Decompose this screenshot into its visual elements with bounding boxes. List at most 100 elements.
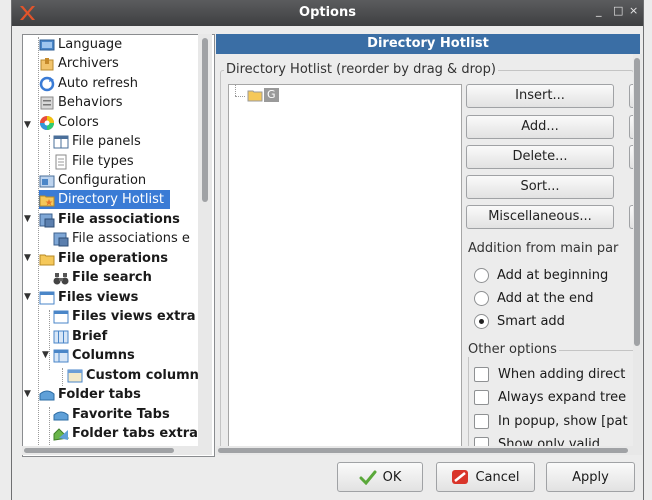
scrollbar-thumb[interactable] xyxy=(218,448,628,453)
tree-vertical-scrollbar[interactable] xyxy=(198,34,212,455)
checkbox-indicator xyxy=(474,367,489,382)
delete-button[interactable]: Delete... xyxy=(466,145,614,169)
tree-item-directory-hotlist[interactable]: Directory Hotlist xyxy=(39,190,170,209)
tree-item-behaviors[interactable]: Behaviors xyxy=(39,93,123,112)
smart-add-radio[interactable]: Smart add xyxy=(474,314,565,329)
folder-icon xyxy=(247,90,263,102)
tree-connector xyxy=(49,310,50,370)
minimize-button[interactable]: _ xyxy=(596,4,602,17)
file-associations-icon xyxy=(39,212,55,228)
tree-item-configuration[interactable]: Configuration xyxy=(39,171,146,190)
color-wheel-icon xyxy=(39,115,55,131)
expand-arrow-icon[interactable]: ▼ xyxy=(24,120,31,130)
scrollbar-thumb[interactable] xyxy=(24,448,174,453)
options-page: Directory Hotlist (reorder by drag & dro… xyxy=(216,54,633,446)
expand-arrow-icon[interactable]: ▼ xyxy=(24,389,31,399)
hotlist-group-label: Directory Hotlist (reorder by drag & dro… xyxy=(224,62,498,77)
custom-columns-icon xyxy=(67,368,83,384)
favorite-tabs-icon xyxy=(53,407,69,423)
insert-button[interactable]: Insert... xyxy=(466,84,614,108)
checkbox-indicator xyxy=(474,390,489,405)
configuration-icon xyxy=(39,173,55,189)
tree-item-files-views-extra[interactable]: Files views extra xyxy=(53,307,196,326)
addition-group-label: Addition from main par xyxy=(466,241,621,256)
tree-connector xyxy=(235,96,245,97)
window-title: Options xyxy=(299,5,356,20)
sort-button[interactable]: Sort... xyxy=(466,175,614,199)
archive-icon xyxy=(39,56,55,72)
tree-connector xyxy=(62,368,63,386)
tree-item-columns[interactable]: Columns xyxy=(53,346,135,365)
checkbox-indicator xyxy=(474,437,489,446)
tree-connector xyxy=(235,85,236,96)
add-at-beginning-radio[interactable]: Add at beginning xyxy=(474,268,608,283)
add-button[interactable]: Add... xyxy=(466,115,614,139)
files-views-icon xyxy=(53,309,69,325)
radio-indicator xyxy=(474,268,489,283)
tree-item-file-panels[interactable]: File panels xyxy=(53,132,141,151)
columns-view-icon xyxy=(53,348,69,364)
titlebar[interactable]: Options _ □ × xyxy=(12,0,643,26)
checkmark-icon xyxy=(359,470,377,485)
maximize-button[interactable]: □ xyxy=(613,4,623,17)
other-options-label: Other options xyxy=(466,342,559,357)
folder-icon xyxy=(39,251,55,267)
cancel-icon xyxy=(452,470,469,484)
options-window: Options _ □ × ▼ ▼ ▼ ▼ ▼ ▼ Language Archi… xyxy=(0,0,652,500)
cancel-button[interactable]: Cancel xyxy=(436,462,535,492)
when-adding-checkbox[interactable]: When adding direct xyxy=(474,367,625,382)
brief-view-icon xyxy=(53,329,69,345)
tree-horizontal-scrollbar[interactable] xyxy=(22,446,198,455)
binoculars-icon xyxy=(53,270,69,286)
page-vertical-scrollbar[interactable] xyxy=(633,54,642,455)
options-tree[interactable]: ▼ ▼ ▼ ▼ ▼ ▼ Language Archivers Auto refr… xyxy=(22,34,215,457)
folder-star-icon xyxy=(39,192,55,208)
file-associations-icon xyxy=(53,231,69,247)
tree-item-file-associations[interactable]: File associations xyxy=(39,210,180,229)
page-horizontal-scrollbar[interactable] xyxy=(216,446,633,455)
folder-tabs-icon xyxy=(39,387,55,403)
file-types-icon xyxy=(53,154,69,170)
tree-item-file-operations[interactable]: File operations xyxy=(39,249,168,268)
tree-item-custom-columns[interactable]: Custom column xyxy=(67,366,199,385)
tree-connector xyxy=(49,407,50,447)
tree-item-folder-tabs[interactable]: Folder tabs xyxy=(39,385,141,404)
tree-item-file-types[interactable]: File types xyxy=(53,152,134,171)
apply-button[interactable]: Apply xyxy=(546,462,635,492)
tree-item-auto-refresh[interactable]: Auto refresh xyxy=(39,74,138,93)
expand-arrow-icon[interactable]: ▼ xyxy=(24,214,31,224)
behaviors-icon xyxy=(39,95,55,111)
expand-arrow-icon[interactable]: ▼ xyxy=(42,350,49,360)
file-panels-icon xyxy=(53,134,69,150)
tree-item-language[interactable]: Language xyxy=(39,35,122,54)
always-expand-checkbox[interactable]: Always expand tree xyxy=(474,390,626,405)
tree-item-brief[interactable]: Brief xyxy=(53,327,107,346)
tree-item-colors[interactable]: Colors xyxy=(39,113,99,132)
hotlist-tree[interactable]: G xyxy=(228,84,462,446)
scrollbar-thumb[interactable] xyxy=(202,38,208,202)
tree-item-favorite-tabs[interactable]: Favorite Tabs xyxy=(53,405,170,424)
tree-item-file-search[interactable]: File search xyxy=(53,268,152,287)
folder-tabs-icon xyxy=(53,426,70,442)
show-only-valid-checkbox[interactable]: Show only valid xyxy=(474,437,600,446)
hotlist-entry[interactable]: G xyxy=(247,87,279,103)
checkbox-indicator xyxy=(474,414,489,429)
tree-item-files-views[interactable]: Files views xyxy=(39,288,138,307)
ok-button[interactable]: OK xyxy=(337,462,423,492)
popup-show-path-checkbox[interactable]: In popup, show [pat xyxy=(474,414,628,429)
page-title: Directory Hotlist xyxy=(216,34,640,54)
tree-item-folder-tabs-extra[interactable]: Folder tabs extra xyxy=(53,424,198,443)
expand-arrow-icon[interactable]: ▼ xyxy=(24,292,31,302)
add-at-end-radio[interactable]: Add at the end xyxy=(474,291,593,306)
tree-item-archivers[interactable]: Archivers xyxy=(39,54,119,73)
refresh-icon xyxy=(39,76,55,92)
close-button[interactable]: × xyxy=(629,4,638,17)
expand-arrow-icon[interactable]: ▼ xyxy=(24,253,31,263)
files-views-icon xyxy=(39,290,55,306)
miscellaneous-button[interactable]: Miscellaneous... xyxy=(466,205,614,229)
radio-indicator xyxy=(474,314,489,329)
tree-item-file-associations-extra[interactable]: File associations e xyxy=(53,229,190,248)
scrollbar-thumb[interactable] xyxy=(634,58,640,346)
language-icon xyxy=(39,37,55,53)
radio-indicator xyxy=(474,291,489,306)
